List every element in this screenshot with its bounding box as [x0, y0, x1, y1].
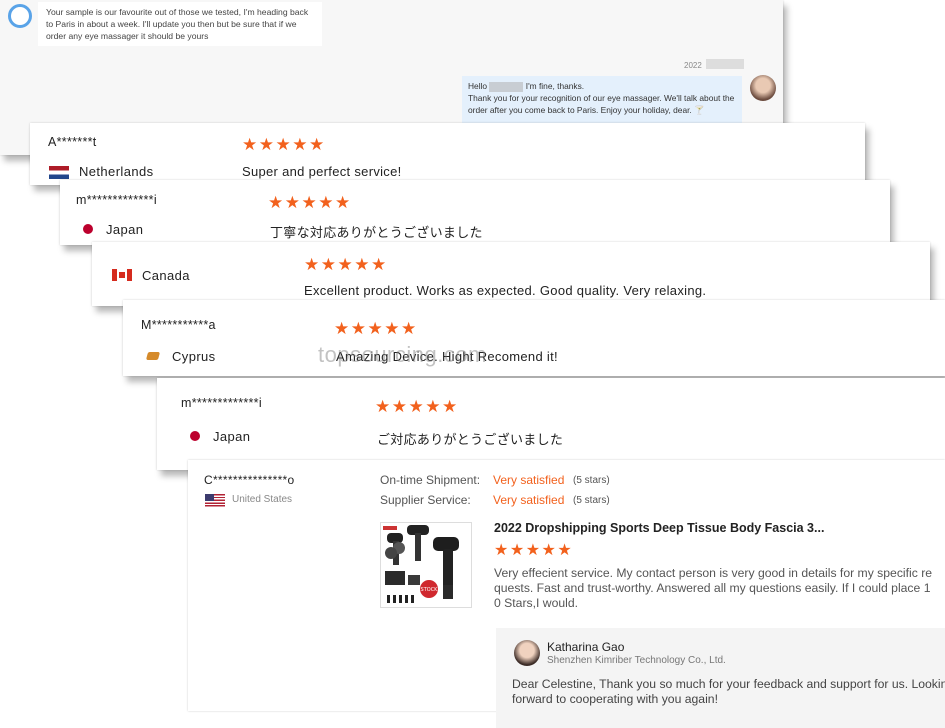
review-text: Excellent product. Works as expected. Go… — [304, 283, 707, 298]
review-text: Super and perfect service! — [242, 164, 402, 179]
review-text: ご対応ありがとうございました — [377, 432, 564, 447]
service-value: Very satisfied — [493, 493, 565, 507]
blurred-name — [489, 81, 524, 92]
shipment-label: On-time Shipment: — [380, 473, 481, 487]
cocktail-icon: 🍸 — [694, 105, 705, 115]
supplier-name: Katharina Gao — [547, 640, 625, 654]
detail-star-rating: ★★★★★ — [494, 542, 574, 559]
reviewer-name: A*******t — [48, 135, 97, 149]
netherlands-flag-icon — [49, 166, 69, 179]
reviewer-country: Japan — [213, 429, 251, 444]
reviewer-name: M***********a — [141, 318, 216, 332]
shipment-note: (5 stars) — [573, 475, 610, 486]
cyprus-flag-icon — [145, 352, 161, 360]
product-image[interactable]: STOCK — [380, 522, 472, 608]
star-rating: ★★★★★ — [242, 135, 326, 154]
review-text: 丁寧な対応ありがとうございました — [270, 225, 483, 240]
review-card-netherlands: A*******t ★★★★★ Netherlands Super and pe… — [30, 123, 865, 185]
stock-badge: STOCK — [421, 587, 439, 593]
greeting-end: I'm fine, thanks. — [525, 81, 585, 91]
service-label: Supplier Service: — [380, 493, 471, 507]
blurred-date — [706, 59, 744, 69]
buyer-avatar — [8, 4, 32, 28]
incoming-message: Your sample is our favourite out of thos… — [38, 2, 322, 46]
canada-flag-icon — [112, 269, 132, 281]
review-text: Amazing Device. Hight Recomend it! — [336, 349, 558, 364]
reviewer-name: m*************i — [181, 396, 262, 410]
star-rating: ★★★★★ — [375, 397, 459, 416]
star-rating: ★★★★★ — [268, 193, 352, 212]
japan-flag-icon — [83, 224, 93, 234]
reply-message: Dear Celestine, Thank you so much for yo… — [512, 677, 945, 706]
star-rating: ★★★★★ — [304, 255, 388, 274]
reviewer-country: Cyprus — [172, 349, 216, 364]
shipment-value: Very satisfied — [493, 473, 565, 487]
service-note: (5 stars) — [573, 495, 610, 506]
massage-gun-image: STOCK — [383, 525, 459, 603]
reviewer-country: Canada — [142, 268, 190, 283]
feedback-text: Very effecient service. My contact perso… — [494, 566, 933, 610]
product-title-link[interactable]: 2022 Dropshipping Sports Deep Tissue Bod… — [494, 521, 824, 535]
supplier-avatar — [514, 640, 540, 666]
detail-reviewer-name: C***************o — [204, 473, 295, 487]
reviewer-country: Japan — [106, 222, 144, 237]
detail-reviewer-country: United States — [232, 494, 293, 505]
japan-flag-icon — [190, 431, 200, 441]
review-card-cyprus: M***********a ★★★★★ Cyprus Amazing Devic… — [123, 300, 945, 376]
star-rating: ★★★★★ — [334, 319, 418, 338]
supplier-reply: Katharina Gao Shenzhen Kimriber Technolo… — [496, 628, 945, 728]
review-card-japan-1: m*************i ★★★★★ Japan 丁寧な対応ありがとうござ… — [60, 180, 890, 245]
reviewer-name: m*************i — [76, 193, 157, 207]
review-card-japan-2: m*************i ★★★★★ Japan ご対応ありがとうございま… — [157, 378, 945, 470]
supplier-company: Shenzhen Kimriber Technology Co., Ltd. — [547, 655, 726, 666]
reviewer-country: Netherlands — [79, 164, 154, 179]
greeting-start: Hello — [468, 81, 488, 91]
us-flag-icon — [205, 494, 225, 507]
chat-date: 2022 — [684, 61, 702, 70]
seller-avatar — [750, 75, 776, 101]
review-card-canada: Canada ★★★★★ Excellent product. Works as… — [92, 242, 930, 306]
